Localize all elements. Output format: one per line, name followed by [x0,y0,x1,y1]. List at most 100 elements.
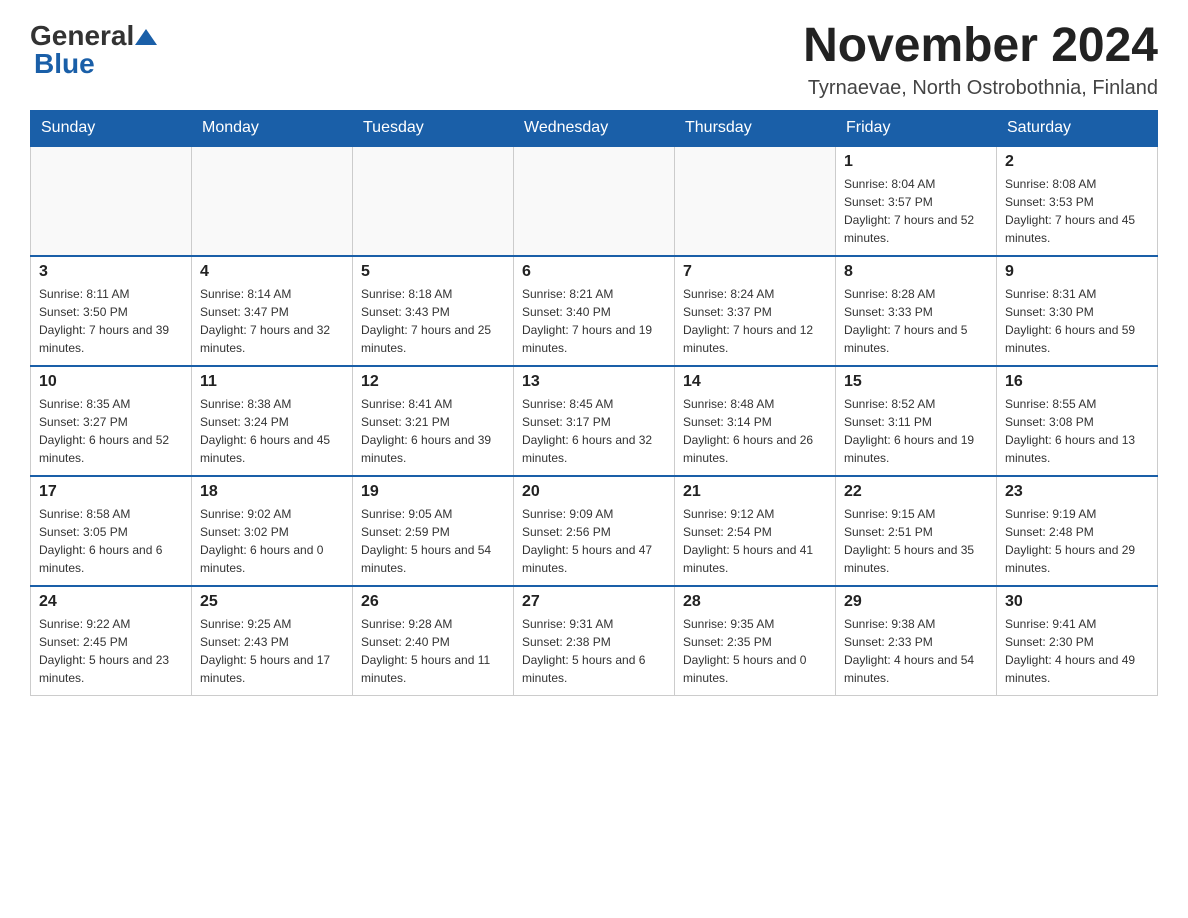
table-row [514,146,675,256]
table-row: 21 Sunrise: 9:12 AMSunset: 2:54 PMDayligh… [675,476,836,586]
header-thursday: Thursday [675,110,836,146]
day-info: Sunrise: 8:45 AMSunset: 3:17 PMDaylight:… [522,395,666,467]
table-row: 22 Sunrise: 9:15 AMSunset: 2:51 PMDayligh… [836,476,997,586]
day-info: Sunrise: 9:22 AMSunset: 2:45 PMDaylight:… [39,615,183,687]
day-number: 30 [1005,593,1149,611]
day-info: Sunrise: 9:28 AMSunset: 2:40 PMDaylight:… [361,615,505,687]
day-info: Sunrise: 8:28 AMSunset: 3:33 PMDaylight:… [844,285,988,357]
day-info: Sunrise: 8:21 AMSunset: 3:40 PMDaylight:… [522,285,666,357]
table-row: 17Sunrise: 8:58 AMSunset: 3:05 PMDayligh… [31,476,192,586]
header-tuesday: Tuesday [353,110,514,146]
table-row: 20 Sunrise: 9:09 AMSunset: 2:56 PMDayligh… [514,476,675,586]
page-header: General Blue November 2024 Tyrnaevae, No… [30,20,1158,100]
calendar-week-row: 10 Sunrise: 8:35 AMSunset: 3:27 PMDayligh… [31,366,1158,476]
day-info: Sunrise: 8:41 AMSunset: 3:21 PMDaylight:… [361,395,505,467]
table-row: 27 Sunrise: 9:31 AMSunset: 2:38 PMDayligh… [514,586,675,696]
header-monday: Monday [192,110,353,146]
day-info: Sunrise: 9:02 AMSunset: 3:02 PMDaylight:… [200,505,344,577]
table-row: 7 Sunrise: 8:24 AMSunset: 3:37 PMDaylight… [675,256,836,366]
day-info: Sunrise: 9:12 AMSunset: 2:54 PMDaylight:… [683,505,827,577]
table-row: 9 Sunrise: 8:31 AMSunset: 3:30 PMDaylight… [997,256,1158,366]
day-info: Sunrise: 8:52 AMSunset: 3:11 PMDaylight:… [844,395,988,467]
day-info: Sunrise: 9:31 AMSunset: 2:38 PMDaylight:… [522,615,666,687]
day-number: 27 [522,593,666,611]
day-number: 22 [844,483,988,501]
day-number: 12 [361,373,505,391]
logo: General Blue [30,20,158,80]
table-row: 30 Sunrise: 9:41 AMSunset: 2:30 PMDayligh… [997,586,1158,696]
day-number: 14 [683,373,827,391]
day-number: 5 [361,263,505,281]
table-row: 12 Sunrise: 8:41 AMSunset: 3:21 PMDayligh… [353,366,514,476]
day-info: Sunrise: 9:09 AMSunset: 2:56 PMDaylight:… [522,505,666,577]
day-info: Sunrise: 8:24 AMSunset: 3:37 PMDaylight:… [683,285,827,357]
day-info: Sunrise: 8:14 AMSunset: 3:47 PMDaylight:… [200,285,344,357]
day-info: Sunrise: 8:35 AMSunset: 3:27 PMDaylight:… [39,395,183,467]
day-info: Sunrise: 9:41 AMSunset: 2:30 PMDaylight:… [1005,615,1149,687]
day-number: 21 [683,483,827,501]
day-number: 24 [39,593,183,611]
day-info: Sunrise: 8:18 AMSunset: 3:43 PMDaylight:… [361,285,505,357]
table-row: 4 Sunrise: 8:14 AMSunset: 3:47 PMDaylight… [192,256,353,366]
day-info: Sunrise: 8:58 AMSunset: 3:05 PMDaylight:… [39,505,183,577]
day-number: 19 [361,483,505,501]
day-info: Sunrise: 9:15 AMSunset: 2:51 PMDaylight:… [844,505,988,577]
day-info: Sunrise: 9:35 AMSunset: 2:35 PMDaylight:… [683,615,827,687]
table-row: 8 Sunrise: 8:28 AMSunset: 3:33 PMDaylight… [836,256,997,366]
table-row: 29 Sunrise: 9:38 AMSunset: 2:33 PMDayligh… [836,586,997,696]
day-number: 4 [200,263,344,281]
calendar-week-row: 24 Sunrise: 9:22 AMSunset: 2:45 PMDayligh… [31,586,1158,696]
table-row: 28Sunrise: 9:35 AMSunset: 2:35 PMDayligh… [675,586,836,696]
calendar-header-row: Sunday Monday Tuesday Wednesday Thursday… [31,110,1158,146]
logo-blue: Blue [30,48,95,80]
day-info: Sunrise: 8:31 AMSunset: 3:30 PMDaylight:… [1005,285,1149,357]
day-number: 13 [522,373,666,391]
month-title: November 2024 [803,20,1158,73]
header-sunday: Sunday [31,110,192,146]
day-number: 7 [683,263,827,281]
day-info: Sunrise: 8:04 AMSunset: 3:57 PMDaylight:… [844,175,988,247]
table-row: 10 Sunrise: 8:35 AMSunset: 3:27 PMDayligh… [31,366,192,476]
table-row: 11Sunrise: 8:38 AMSunset: 3:24 PMDayligh… [192,366,353,476]
day-info: Sunrise: 8:48 AMSunset: 3:14 PMDaylight:… [683,395,827,467]
day-info: Sunrise: 9:38 AMSunset: 2:33 PMDaylight:… [844,615,988,687]
day-info: Sunrise: 9:25 AMSunset: 2:43 PMDaylight:… [200,615,344,687]
day-number: 9 [1005,263,1149,281]
day-number: 25 [200,593,344,611]
calendar-week-row: 17Sunrise: 8:58 AMSunset: 3:05 PMDayligh… [31,476,1158,586]
table-row: 5 Sunrise: 8:18 AMSunset: 3:43 PMDaylight… [353,256,514,366]
table-row: 18 Sunrise: 9:02 AMSunset: 3:02 PMDayligh… [192,476,353,586]
day-number: 10 [39,373,183,391]
day-number: 18 [200,483,344,501]
table-row: 6 Sunrise: 8:21 AMSunset: 3:40 PMDaylight… [514,256,675,366]
table-row: 19Sunrise: 9:05 AMSunset: 2:59 PMDayligh… [353,476,514,586]
day-number: 6 [522,263,666,281]
table-row: 25 Sunrise: 9:25 AMSunset: 2:43 PMDayligh… [192,586,353,696]
calendar-week-row: 3 Sunrise: 8:11 AMSunset: 3:50 PMDaylight… [31,256,1158,366]
day-number: 20 [522,483,666,501]
day-number: 16 [1005,373,1149,391]
header-friday: Friday [836,110,997,146]
header-wednesday: Wednesday [514,110,675,146]
calendar-week-row: 1 Sunrise: 8:04 AMSunset: 3:57 PMDaylight… [31,146,1158,256]
table-row: 23Sunrise: 9:19 AMSunset: 2:48 PMDayligh… [997,476,1158,586]
table-row: 2 Sunrise: 8:08 AMSunset: 3:53 PMDaylight… [997,146,1158,256]
day-info: Sunrise: 8:11 AMSunset: 3:50 PMDaylight:… [39,285,183,357]
table-row: 13 Sunrise: 8:45 AMSunset: 3:17 PMDayligh… [514,366,675,476]
table-row: 3 Sunrise: 8:11 AMSunset: 3:50 PMDaylight… [31,256,192,366]
day-info: Sunrise: 8:38 AMSunset: 3:24 PMDaylight:… [200,395,344,467]
day-number: 8 [844,263,988,281]
table-row [31,146,192,256]
day-number: 3 [39,263,183,281]
table-row [353,146,514,256]
table-row [192,146,353,256]
day-number: 2 [1005,153,1149,171]
location-title: Tyrnaevae, North Ostrobothnia, Finland [803,77,1158,100]
table-row: 24 Sunrise: 9:22 AMSunset: 2:45 PMDayligh… [31,586,192,696]
day-info: Sunrise: 8:08 AMSunset: 3:53 PMDaylight:… [1005,175,1149,247]
table-row: 16Sunrise: 8:55 AMSunset: 3:08 PMDayligh… [997,366,1158,476]
day-number: 1 [844,153,988,171]
day-number: 15 [844,373,988,391]
day-number: 29 [844,593,988,611]
table-row: 14 Sunrise: 8:48 AMSunset: 3:14 PMDayligh… [675,366,836,476]
